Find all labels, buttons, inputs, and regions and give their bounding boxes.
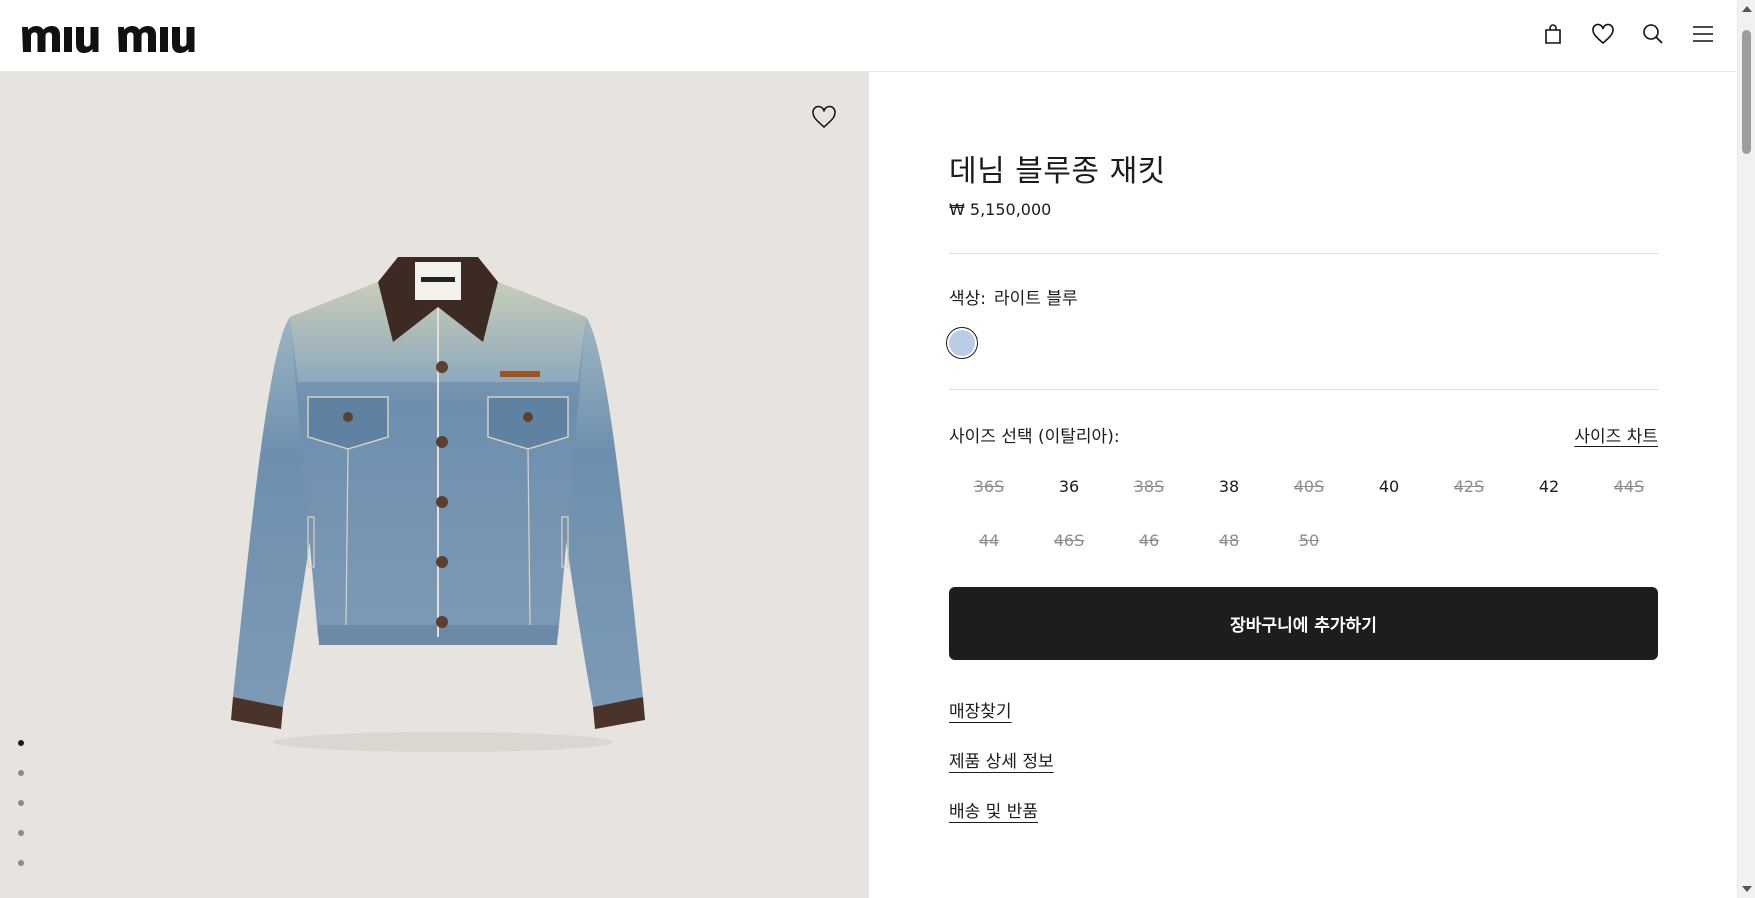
product-image-denim-jacket bbox=[231, 257, 645, 752]
color-selector-label: 색상: 라이트 블루 bbox=[949, 284, 1078, 309]
size-option[interactable]: 40 bbox=[1349, 466, 1429, 506]
size-option[interactable]: 46 bbox=[1109, 520, 1189, 560]
miu-miu-logo[interactable] bbox=[22, 19, 208, 53]
size-chart-link[interactable]: 사이즈 차트 bbox=[1574, 422, 1658, 447]
menu-icon[interactable] bbox=[1691, 22, 1715, 46]
size-option[interactable]: 50 bbox=[1269, 520, 1349, 560]
shopping-bag-icon[interactable] bbox=[1541, 22, 1565, 46]
gallery-pagination bbox=[18, 740, 24, 866]
size-options: 36S 36 38S 38 40S 40 42S 42 44S 44 46S 46 48 50 bbox=[949, 466, 1669, 560]
size-header: 사이즈 선택 (이탈리아): 사이즈 차트 bbox=[949, 422, 1658, 447]
heart-icon[interactable] bbox=[1591, 22, 1615, 46]
size-option[interactable]: 38S bbox=[1109, 466, 1189, 506]
wishlist-heart-icon[interactable] bbox=[811, 105, 837, 129]
divider bbox=[949, 389, 1658, 390]
size-option[interactable]: 42S bbox=[1429, 466, 1509, 506]
header-actions bbox=[1541, 22, 1715, 46]
gallery-dot[interactable] bbox=[18, 740, 24, 746]
size-option[interactable]: 44S bbox=[1589, 466, 1669, 506]
color-swatch-light-blue[interactable] bbox=[946, 327, 978, 359]
size-option[interactable]: 48 bbox=[1189, 520, 1269, 560]
product-price: ₩ 5,150,000 bbox=[949, 200, 1052, 219]
product-gallery[interactable] bbox=[0, 72, 869, 898]
site-header bbox=[0, 0, 1737, 72]
gallery-dot[interactable] bbox=[18, 800, 24, 806]
store-locator-link[interactable]: 매장찾기 bbox=[949, 697, 1012, 722]
scrollbar-thumb[interactable] bbox=[1742, 30, 1751, 154]
gallery-dot[interactable] bbox=[18, 770, 24, 776]
size-label: 사이즈 선택 (이탈리아): bbox=[949, 427, 1120, 447]
scroll-up-arrow-icon[interactable] bbox=[1742, 6, 1752, 12]
size-option[interactable]: 42 bbox=[1509, 466, 1589, 506]
product-title: 데님 블루종 재킷 bbox=[949, 154, 1166, 189]
size-option[interactable]: 36S bbox=[949, 466, 1029, 506]
color-value: 라이트 블루 bbox=[994, 289, 1078, 309]
product-details-link[interactable]: 제품 상세 정보 bbox=[949, 747, 1054, 772]
divider bbox=[949, 253, 1658, 254]
size-option[interactable]: 40S bbox=[1269, 466, 1349, 506]
search-icon[interactable] bbox=[1641, 22, 1665, 46]
size-option[interactable]: 46S bbox=[1029, 520, 1109, 560]
gallery-dot[interactable] bbox=[18, 860, 24, 866]
size-option[interactable]: 38 bbox=[1189, 466, 1269, 506]
page-scrollbar[interactable] bbox=[1737, 0, 1755, 898]
size-option[interactable]: 36 bbox=[1029, 466, 1109, 506]
gallery-dot[interactable] bbox=[18, 830, 24, 836]
size-option[interactable]: 44 bbox=[949, 520, 1029, 560]
add-to-cart-button[interactable]: 장바구니에 추가하기 bbox=[949, 587, 1658, 660]
scroll-down-arrow-icon[interactable] bbox=[1742, 886, 1752, 892]
color-label: 색상: bbox=[949, 289, 987, 309]
color-swatch-fill bbox=[949, 330, 975, 356]
shipping-returns-link[interactable]: 배송 및 반품 bbox=[949, 797, 1038, 822]
